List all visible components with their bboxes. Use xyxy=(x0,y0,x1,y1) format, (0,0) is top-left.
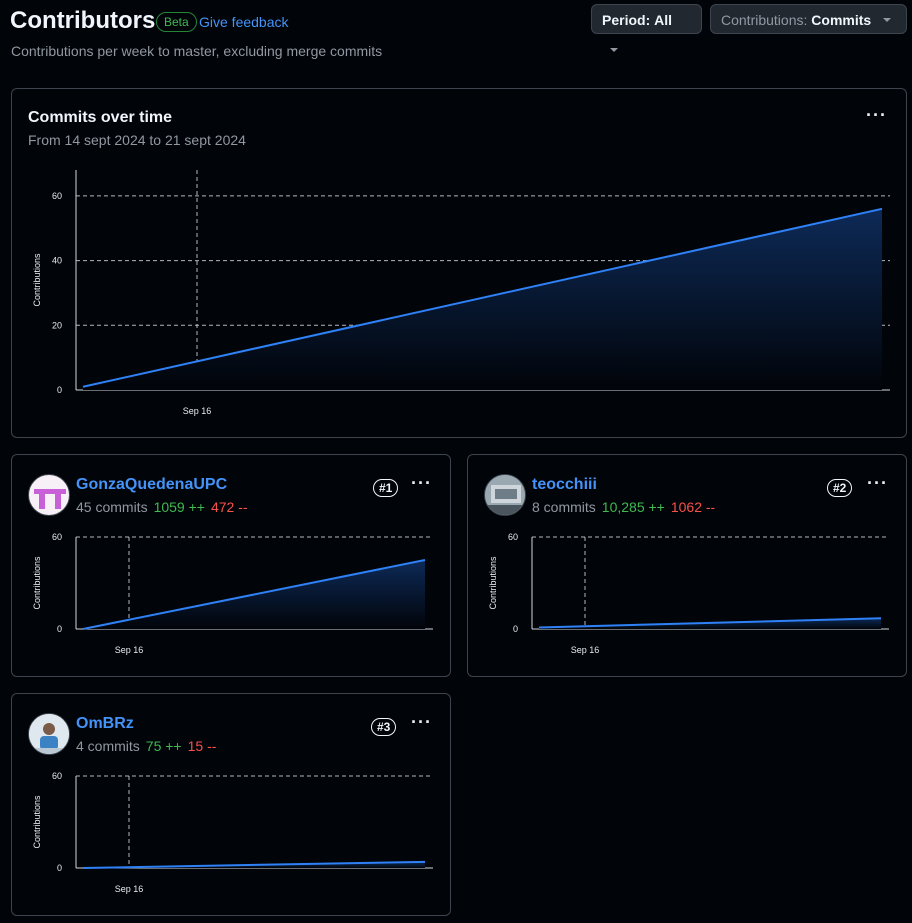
y-tick-label: 0 xyxy=(57,863,62,873)
contributor-chart: 0 60 Sep 16 Contributions xyxy=(32,771,433,894)
y-axis-label: Contributions xyxy=(32,795,42,849)
x-tick-label: Sep 16 xyxy=(115,884,144,894)
y-tick-label: 60 xyxy=(52,771,62,781)
